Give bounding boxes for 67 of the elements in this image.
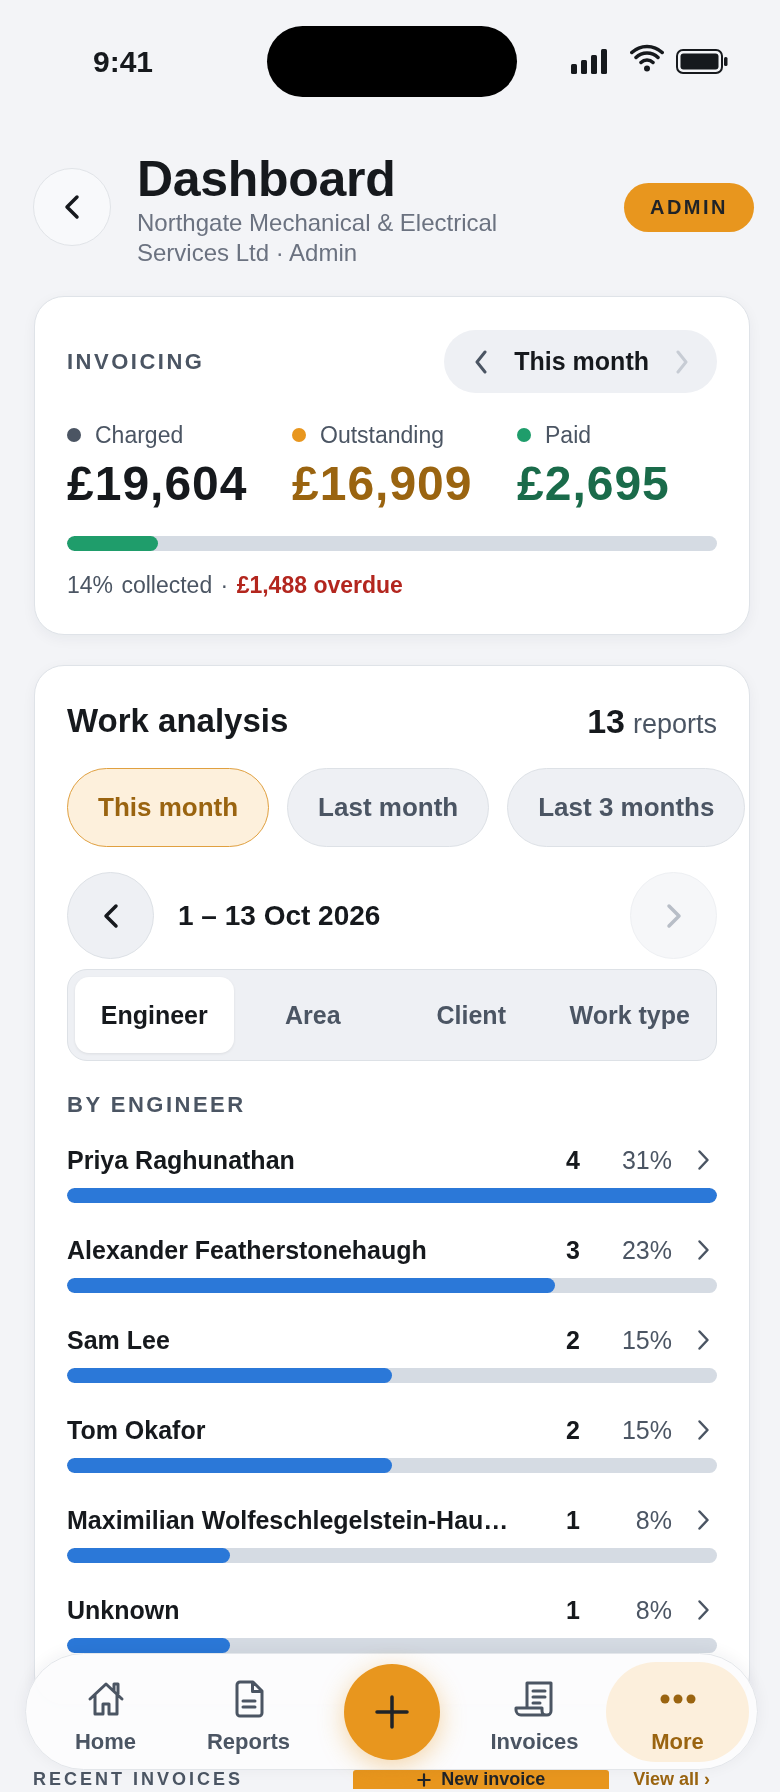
chevron-right-icon[interactable] — [697, 1419, 710, 1441]
engineer-name: Maximilian Wolfeschlegelstein-Hau… — [67, 1505, 509, 1535]
more-icon — [659, 1693, 696, 1704]
percent-share: 23% — [621, 1235, 672, 1264]
chevron-right-icon[interactable] — [697, 1329, 710, 1351]
stat-value: £19,604 — [67, 458, 248, 510]
nav-tab[interactable]: Home — [34, 1661, 177, 1762]
chevron-right-icon[interactable] — [697, 1509, 710, 1531]
chevron-left-icon — [102, 902, 119, 929]
card-title: Work analysis — [67, 701, 289, 741]
engineer-name: Sam Lee — [67, 1325, 170, 1355]
stat-label: Outstanding — [320, 421, 445, 450]
engineer-name: Unknown — [67, 1595, 180, 1625]
wifi-icon — [630, 43, 664, 72]
chevron-right-icon — [665, 902, 682, 929]
nav-tab[interactable]: Reports — [177, 1661, 320, 1762]
section-title: RECENT INVOICES — [33, 1770, 244, 1789]
engineer-name: Priya Raghunathan — [67, 1145, 295, 1175]
segment-tab[interactable]: Work type — [550, 977, 709, 1053]
company-subtitle: Northgate Mechanical & Electrical Services Ltd · Admin — [137, 208, 499, 268]
nav-tab[interactable]: Invoices — [463, 1661, 606, 1762]
add-button[interactable] — [343, 1663, 440, 1760]
stat-value: £16,909 — [292, 458, 473, 510]
page-title: Dashboard — [137, 150, 396, 208]
segment-tab[interactable]: Engineer — [75, 977, 234, 1053]
stat-value: £2,695 — [517, 458, 670, 510]
range-chip[interactable]: This month — [67, 768, 270, 847]
nav-tab[interactable]: More — [606, 1661, 749, 1762]
engineer-name: Tom Okafor — [67, 1415, 206, 1445]
stat-label: Paid — [545, 421, 592, 450]
plus-icon — [417, 1772, 432, 1787]
report-count: 3 — [566, 1235, 580, 1264]
chevron-right-icon[interactable] — [697, 1239, 710, 1261]
engineer-name: Alexander Featherstonehaugh — [67, 1235, 427, 1265]
report-count: 4 — [566, 1145, 580, 1174]
report-count: 1 — [566, 1505, 580, 1534]
status-time: 9:41 — [93, 43, 154, 80]
percent-share: 15% — [621, 1415, 672, 1444]
percent-share: 8% — [635, 1505, 672, 1534]
battery-icon — [676, 49, 728, 74]
new-invoice-button[interactable]: New invoice — [353, 1770, 610, 1789]
section-title: BY ENGINEER — [67, 1091, 246, 1119]
range-chip[interactable]: Last month — [287, 768, 490, 847]
collection-summary: 14% collected · £1,488 overdue — [67, 571, 403, 600]
chevron-right-icon[interactable] — [697, 1599, 710, 1621]
report-count: 1 — [566, 1595, 580, 1624]
date-range: 1 – 13 Oct 2026 — [178, 899, 381, 932]
signal-icon — [571, 49, 608, 74]
percent-share: 8% — [635, 1595, 672, 1624]
report-count: 2 — [566, 1415, 580, 1444]
percent-share: 31% — [621, 1145, 672, 1174]
period-label: This month — [514, 347, 649, 376]
view-all-link[interactable]: View all › — [633, 1770, 710, 1789]
chevron-left-icon — [64, 194, 80, 220]
report-total-unit: reports — [632, 708, 717, 740]
report-total: 13 — [587, 701, 625, 741]
report-count: 2 — [566, 1325, 580, 1354]
plus-icon — [373, 1693, 410, 1730]
stat-label: Charged — [95, 421, 184, 450]
segment-tab[interactable]: Area — [233, 977, 392, 1053]
chevron-left-icon[interactable] — [474, 349, 489, 374]
chevron-right-icon[interactable] — [697, 1149, 710, 1171]
role-badge: ADMIN — [623, 183, 754, 232]
section-title: INVOICING — [67, 347, 205, 376]
range-chip[interactable]: Last 3 months — [507, 768, 746, 847]
percent-share: 15% — [621, 1325, 672, 1354]
segment-tab[interactable]: Client — [392, 977, 551, 1053]
